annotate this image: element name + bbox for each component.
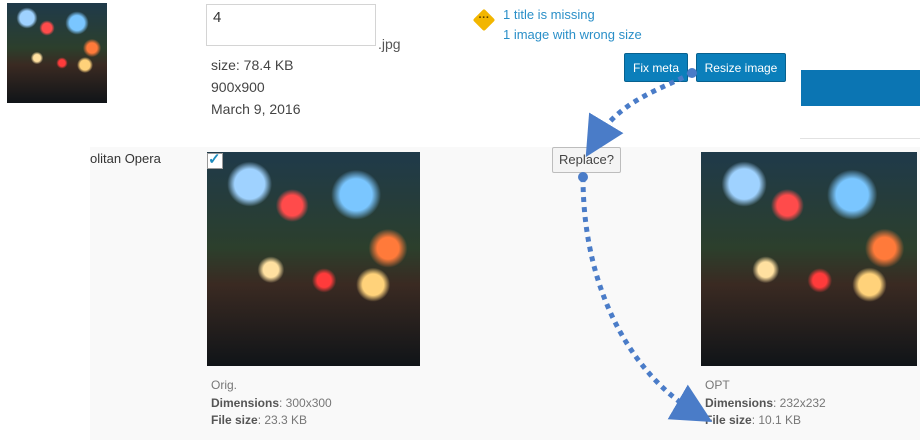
annotation-arrows: [578, 68, 713, 423]
arrow-replace-to-optimized: [578, 172, 713, 423]
arrow-resize-to-replace: [585, 68, 697, 158]
